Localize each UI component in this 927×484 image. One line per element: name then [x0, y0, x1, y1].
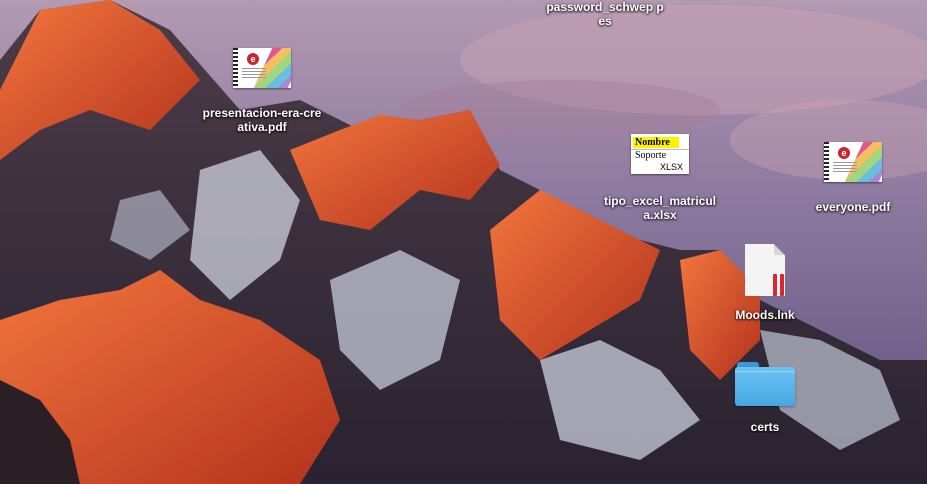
- desktop-icon-password-schweppes[interactable]: password_schwep pes: [545, 0, 665, 28]
- icon-label: presentacion-era-creativa.pdf: [202, 106, 322, 134]
- desktop-icon-moods-lnk[interactable]: Moods.lnk: [705, 244, 825, 322]
- preview-line-3: XLSX: [659, 162, 683, 172]
- icon-label: Moods.lnk: [735, 308, 795, 322]
- desktop-icon-presentacion-pdf[interactable]: e presentacion-era-creativa.pdf: [202, 48, 322, 134]
- icon-label: everyone.pdf: [815, 200, 891, 214]
- icon-label: tipo_excel_matricula.xlsx: [603, 194, 717, 222]
- pdf-icon: e: [233, 48, 291, 88]
- folder-icon: [735, 360, 795, 406]
- preview-line-2: Soporte: [635, 150, 667, 161]
- icon-label: password_schwep pes: [546, 0, 664, 28]
- desktop-icon-everyone-pdf[interactable]: e everyone.pdf: [793, 142, 913, 214]
- preview-line-1: Nombre: [633, 137, 679, 148]
- icon-label: certs: [750, 420, 780, 434]
- desktop-icon-certs-folder[interactable]: certs: [705, 360, 825, 434]
- desktop-icon-tipo-excel-xlsx[interactable]: Nombre Soporte XLSX tipo_excel_matricula…: [600, 134, 720, 222]
- desktop[interactable]: password_schwep pes e presentacion-era-c…: [0, 0, 927, 484]
- pdf-icon: e: [824, 142, 882, 182]
- shortcut-document-icon: [745, 244, 785, 296]
- spreadsheet-icon: Nombre Soporte XLSX: [631, 134, 689, 174]
